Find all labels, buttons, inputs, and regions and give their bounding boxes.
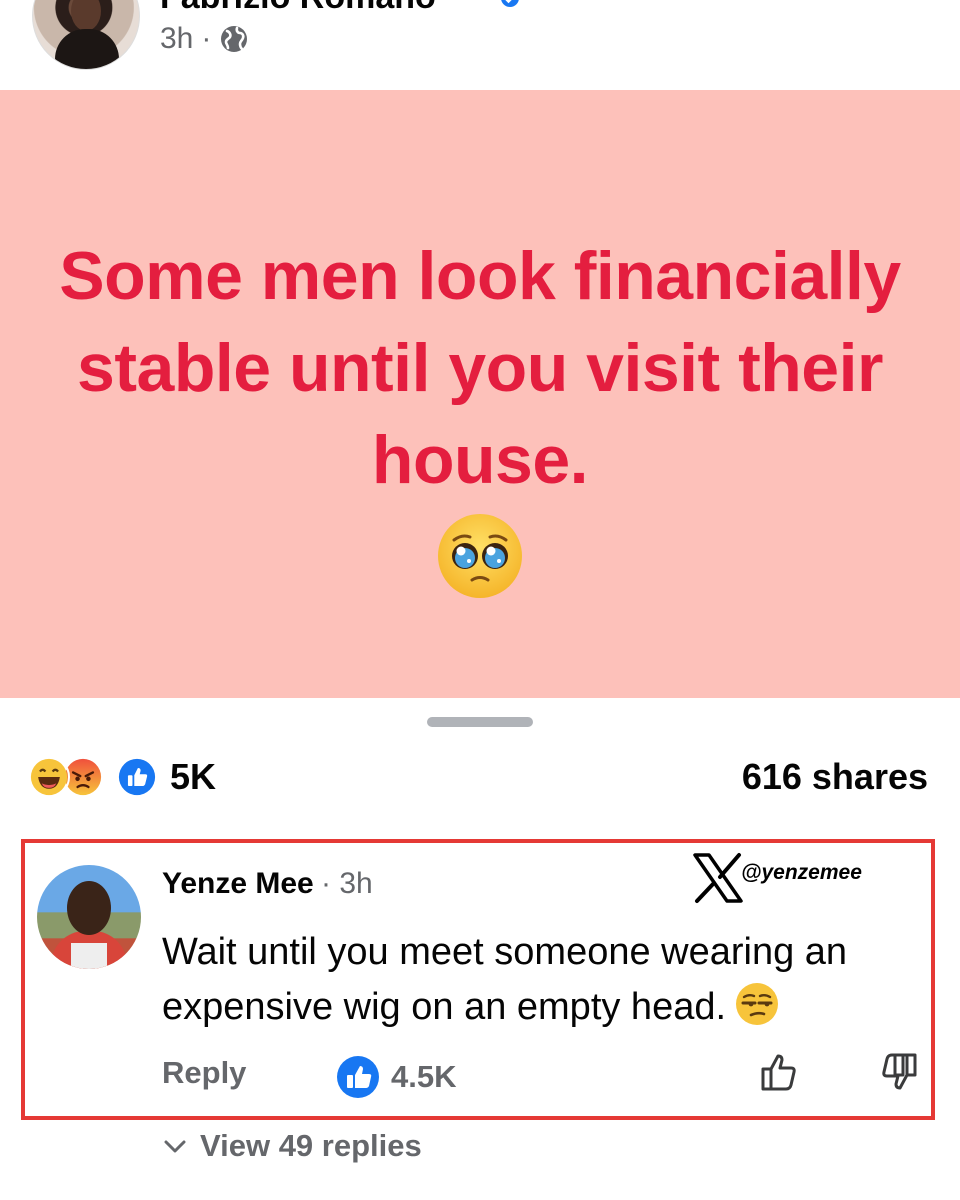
drag-handle[interactable] (427, 717, 533, 727)
highlighted-comment: Yenze Mee · 3h @yenzemee Wait until you … (21, 839, 935, 1120)
comment-like-count[interactable]: 4.5K (391, 1059, 456, 1095)
verified-badge-icon (500, 0, 520, 8)
shares-count[interactable]: 616 shares (742, 756, 928, 798)
author-avatar[interactable] (32, 0, 140, 70)
meta-separator: · (201, 22, 212, 55)
commenter-name[interactable]: Yenze Mee (162, 867, 314, 901)
comment-time: · 3h (321, 867, 373, 900)
like-reaction-icon (116, 756, 158, 798)
watermark-handle: @yenzemee (741, 861, 862, 884)
reaction-icons[interactable] (28, 756, 168, 798)
x-logo-icon (693, 853, 743, 903)
comment-text: Wait until you meet someone wearing an e… (162, 925, 922, 1035)
thumbs-down-icon[interactable] (875, 1049, 921, 1095)
post-meta: 3h · (160, 22, 249, 56)
author-name[interactable]: Fabrizio Romano (160, 0, 436, 17)
reactions-bar: 5K 616 shares (28, 752, 928, 802)
view-replies-label: View 49 replies (200, 1128, 422, 1163)
post-time: 3h (160, 22, 194, 55)
reaction-count[interactable]: 5K (170, 756, 216, 798)
chevron-down-icon (164, 1140, 186, 1153)
view-replies-link[interactable]: View 49 replies (162, 1128, 422, 1164)
laugh-reaction-icon (28, 756, 70, 798)
reply-button[interactable]: Reply (162, 1055, 246, 1091)
unamused-face-icon (736, 983, 779, 1025)
commenter-avatar[interactable] (37, 865, 141, 969)
like-badge-icon (337, 1056, 379, 1098)
post-text: Some men look financially stable until y… (59, 238, 901, 498)
pleading-face-icon (438, 514, 522, 598)
thumbs-up-icon[interactable] (757, 1049, 803, 1095)
globe-icon (219, 24, 249, 54)
post-banner[interactable]: Some men look financially stable until y… (0, 90, 960, 698)
post-header: Fabrizio Romano 3h · (0, 0, 960, 90)
